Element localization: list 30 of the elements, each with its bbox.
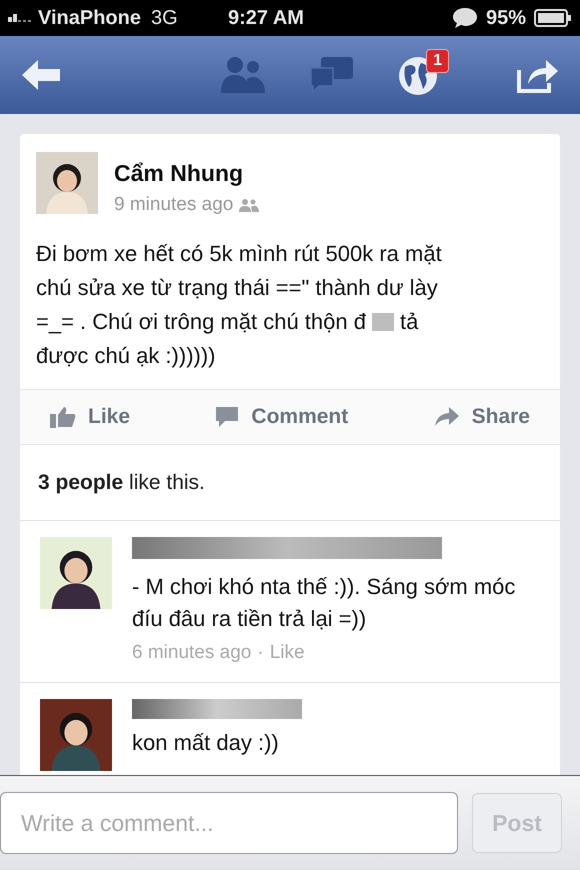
battery-level: 95% [486, 6, 526, 31]
separator-dot: · [257, 641, 264, 665]
post-text-line: chú sửa xe từ trạng thái ==" thành dư lày [36, 274, 438, 302]
post-text-line: Đi bơm xe hết có 5k mình rút 500k ra mặt [36, 240, 442, 268]
thumbs-up-icon [50, 406, 76, 428]
comment-time: 6 minutes ago [132, 641, 252, 665]
like-link[interactable]: Like [270, 639, 305, 668]
post-text-line: được chú ạk :)))))) [36, 342, 216, 370]
carrier-name: VinaPhone [38, 6, 141, 31]
post-text-line: tả [400, 308, 418, 336]
blurred-text [372, 313, 394, 331]
network-type: 3G [151, 6, 178, 31]
post-time: 9 minutes ago [114, 192, 234, 216]
battery-icon [534, 9, 572, 27]
comment-text: - M chơi khó nta thế :)). Sáng sớm móc đíu đâu ra tiền trả lại =)) [132, 573, 516, 633]
signal-icon [8, 14, 32, 22]
likes-summary[interactable]: 3 people like this. [38, 466, 205, 498]
action-button[interactable]: Like [50, 401, 130, 433]
comment-text: kon mất day :)) [132, 728, 280, 757]
comment-icon [215, 406, 240, 428]
action-button[interactable]: Share [434, 401, 530, 433]
back-arrow-icon[interactable] [20, 58, 62, 92]
author-name[interactable]: Cẩm Nhung [114, 156, 260, 190]
chat-bubble-icon [452, 7, 478, 29]
action-button[interactable]: Comment [215, 401, 348, 433]
share-arrow-icon [434, 407, 460, 427]
notification-badge: 1 [426, 49, 449, 73]
friends-audience-icon [239, 198, 260, 212]
clock: 9:27 AM [228, 6, 305, 31]
post-text-line: =_= . Chú ơi trông mặt chú thộn đ [36, 308, 366, 336]
